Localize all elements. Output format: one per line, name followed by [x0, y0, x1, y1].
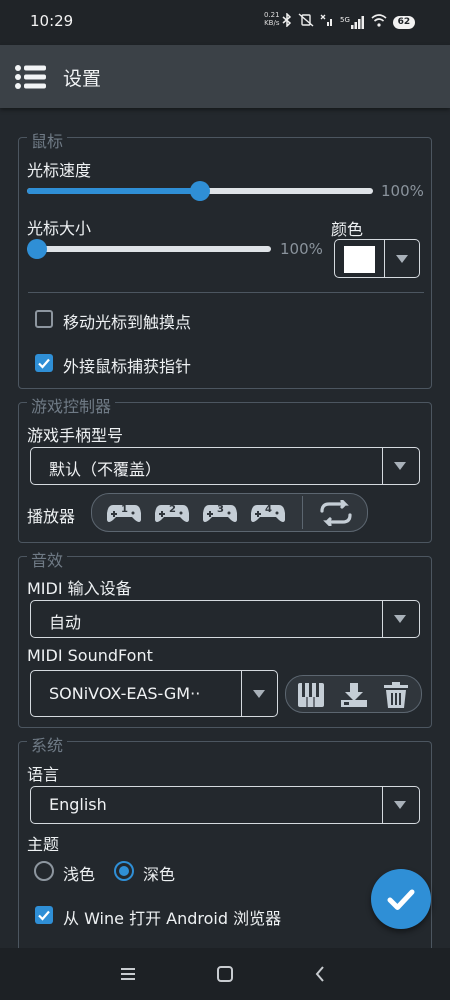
home-icon[interactable]: [216, 965, 234, 983]
back-icon[interactable]: [313, 965, 327, 983]
list-menu-icon[interactable]: [14, 64, 48, 90]
capture-pointer-checkbox[interactable]: [35, 354, 53, 372]
color-swatch: [344, 246, 375, 273]
mouse-divider: [28, 292, 424, 293]
player-1-number: 1: [121, 504, 128, 515]
network-speed-value: 0.21: [264, 11, 280, 19]
checkmark-icon: [38, 358, 50, 369]
move-to-touch-checkbox[interactable]: [35, 310, 53, 328]
checkmark-icon: [38, 910, 50, 921]
cursor-speed-label: 光标速度: [27, 161, 92, 180]
gamepad-player-3-icon[interactable]: 3: [202, 501, 238, 525]
signal-x-icon: [320, 13, 334, 31]
theme-dark-radio[interactable]: [114, 861, 134, 881]
capture-pointer-label: 外接鼠标捕获指针: [63, 357, 192, 376]
swap-players-icon[interactable]: [318, 499, 354, 527]
open-browser-label: 从 Wine 打开 Android 浏览器: [63, 909, 282, 928]
midi-input-label: MIDI 输入设备: [27, 579, 132, 598]
controller-model-label: 游戏手柄型号: [27, 426, 124, 445]
midi-input-dropdown[interactable]: 自动: [30, 600, 420, 638]
controller-model-value: 默认（不覆盖）: [49, 460, 162, 479]
piano-keys-icon[interactable]: [297, 682, 325, 708]
chevron-down-icon: [253, 690, 265, 698]
wifi-icon: [371, 13, 387, 31]
soundfont-dropdown-separator: [241, 671, 242, 716]
gamepad-player-1-icon[interactable]: 1: [106, 501, 142, 525]
mouse-section-legend: 鼠标: [27, 128, 68, 152]
cursor-size-value: 100%: [280, 240, 323, 258]
color-dropdown-separator: [384, 240, 385, 277]
gamepad-player-2-icon[interactable]: 2: [154, 501, 190, 525]
confirm-button[interactable]: [371, 869, 431, 929]
language-dropdown[interactable]: English: [30, 786, 420, 824]
theme-light-radio[interactable]: [34, 861, 54, 881]
page-title: 设置: [63, 68, 102, 90]
network-type: 5G: [340, 15, 350, 24]
signal-5g-icon: 5G: [340, 15, 365, 29]
controller-model-dropdown[interactable]: 默认（不覆盖）: [30, 447, 420, 485]
chevron-down-icon: [394, 801, 406, 809]
language-value: English: [49, 795, 107, 814]
cursor-size-label: 光标大小: [27, 219, 92, 238]
cursor-speed-thumb[interactable]: [190, 181, 210, 201]
bluetooth-icon: [282, 12, 292, 31]
soundfont-label: MIDI SoundFont: [27, 646, 153, 665]
checkmark-icon: [387, 889, 415, 910]
midi-input-value: 自动: [49, 613, 82, 632]
player-3-number: 3: [217, 504, 224, 515]
install-download-icon[interactable]: [340, 682, 368, 708]
cursor-size-slider[interactable]: [27, 238, 271, 260]
gamepad-player-4-icon[interactable]: 4: [250, 501, 286, 525]
network-speed: 0.21 KB/s: [264, 11, 280, 27]
players-label: 播放器: [27, 507, 76, 526]
controller-section-legend: 游戏控制器: [27, 393, 116, 417]
chevron-down-icon: [394, 615, 406, 623]
controller-dropdown-separator: [382, 448, 383, 484]
cursor-speed-fill: [27, 188, 200, 194]
cursor-size-thumb[interactable]: [27, 239, 47, 259]
chevron-down-icon: [394, 462, 406, 470]
status-icons: 5G 62: [282, 12, 415, 31]
network-speed-unit: KB/s: [264, 19, 280, 27]
soundfont-dropdown[interactable]: SONiVOX-EAS-GM··: [30, 670, 278, 717]
language-dropdown-separator: [382, 787, 383, 823]
theme-light-label: 浅色: [63, 865, 96, 884]
player-2-number: 2: [169, 504, 176, 515]
theme-label: 主题: [27, 835, 60, 854]
cursor-color-picker[interactable]: [334, 239, 420, 278]
move-to-touch-label: 移动光标到触摸点: [63, 313, 192, 332]
cursor-size-track: [27, 246, 271, 252]
open-browser-checkbox[interactable]: [35, 906, 53, 924]
system-navigation-bar: [0, 948, 450, 1000]
soundfont-value: SONiVOX-EAS-GM··: [49, 684, 201, 703]
status-time: 10:29: [30, 12, 74, 30]
recent-apps-icon[interactable]: [119, 966, 137, 982]
player-divider: [302, 496, 303, 529]
delete-trash-icon[interactable]: [383, 681, 409, 709]
app-toolbar: 设置: [0, 45, 450, 108]
mute-vibrate-icon: [298, 13, 314, 31]
chevron-down-icon: [396, 255, 408, 263]
audio-section-legend: 音效: [27, 547, 68, 571]
language-label: 语言: [27, 765, 60, 784]
soundfont-actions: [285, 675, 422, 713]
cursor-speed-slider[interactable]: [27, 180, 373, 202]
cursor-speed-value: 100%: [381, 182, 424, 200]
midi-dropdown-separator: [382, 601, 383, 637]
status-bar: 10:29 0.21 KB/s 5G 62: [0, 0, 450, 45]
system-section-legend: 系统: [27, 732, 68, 756]
player-selector: 1 2 3 4: [91, 493, 368, 532]
player-4-number: 4: [265, 504, 272, 515]
color-label: 颜色: [331, 220, 364, 239]
battery-icon: 62: [392, 15, 415, 29]
theme-dark-label: 深色: [143, 865, 176, 884]
